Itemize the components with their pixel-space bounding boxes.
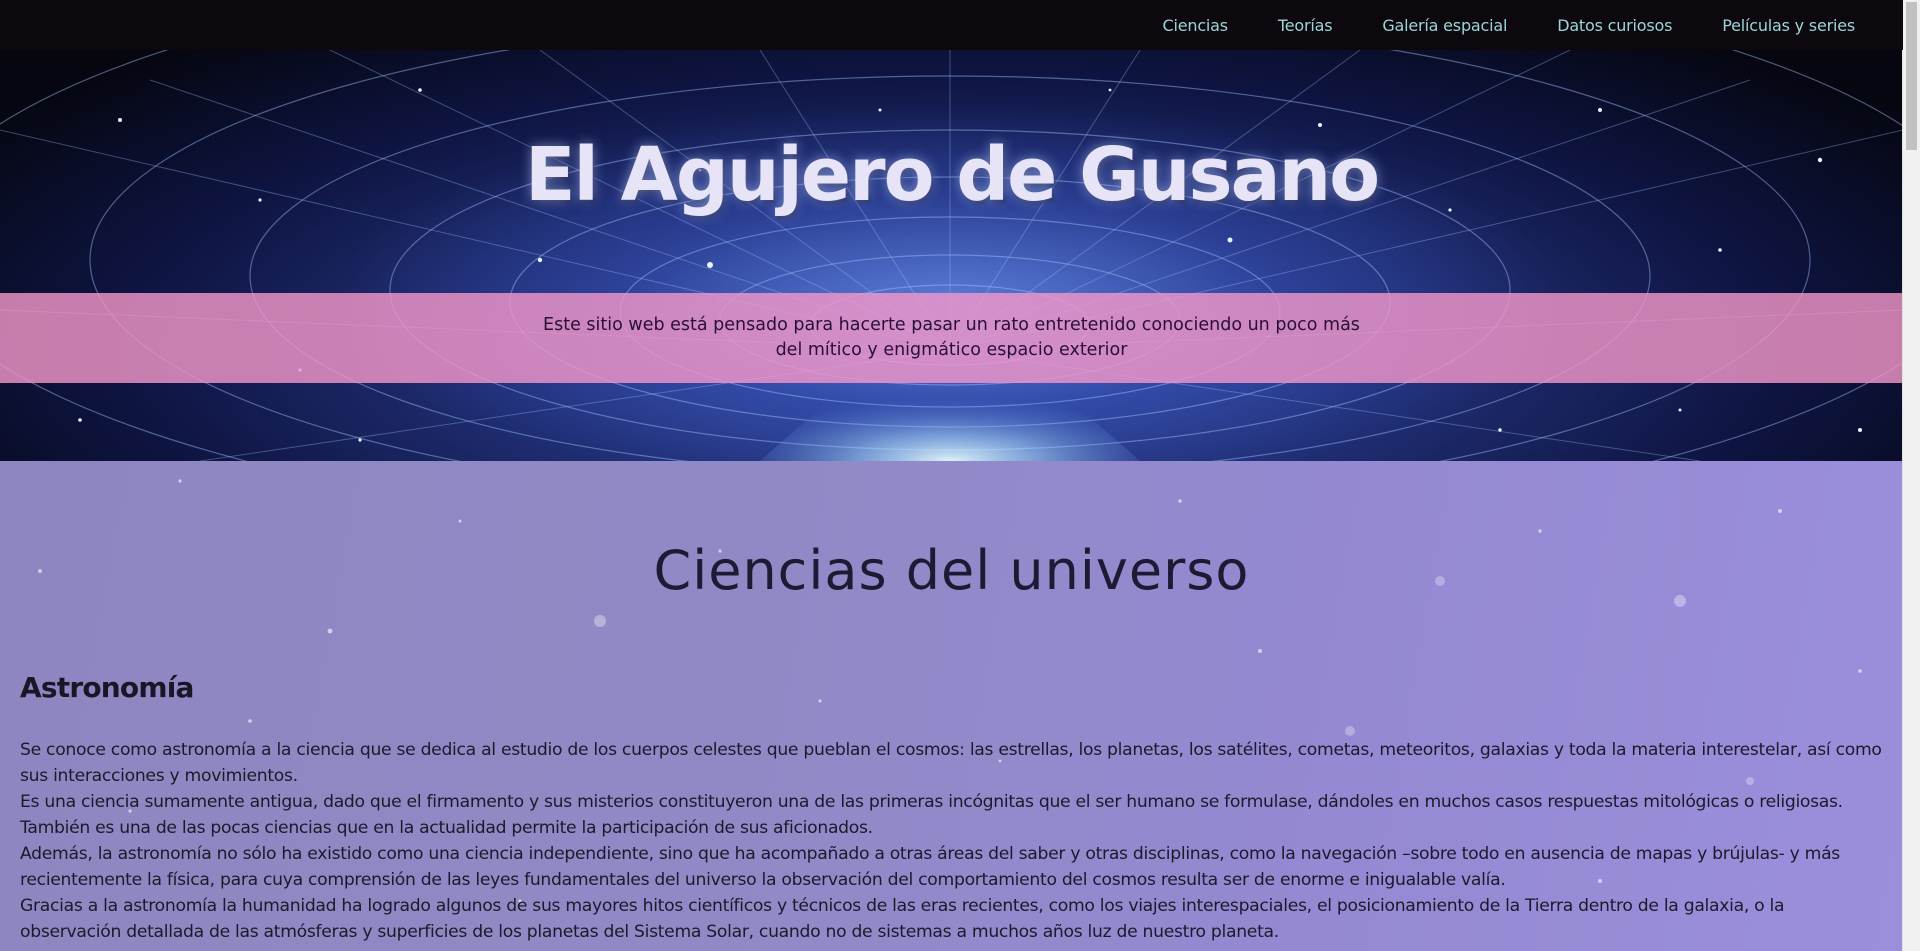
- nav-link-galeria-espacial[interactable]: Galería espacial: [1382, 16, 1507, 35]
- nav-link-datos-curiosos[interactable]: Datos curiosos: [1557, 16, 1672, 35]
- nav-link-peliculas-series[interactable]: Películas y series: [1722, 16, 1855, 35]
- hero-banner: El Agujero de Gusano Este sitio web está…: [0, 50, 1903, 461]
- section-title: Ciencias del universo: [653, 539, 1250, 602]
- top-navbar: Ciencias Teorías Galería espacial Datos …: [0, 0, 1903, 50]
- subsection-title: Astronomía: [20, 671, 194, 704]
- paragraph: Gracias a la astronomía la humanidad ha …: [20, 896, 1785, 942]
- nav-link-teorias[interactable]: Teorías: [1278, 16, 1333, 35]
- paragraph: Es una ciencia sumamente antigua, dado q…: [20, 792, 1843, 838]
- site-title: El Agujero de Gusano: [524, 132, 1380, 218]
- main-content: Ciencias del universo Astronomía Se cono…: [0, 461, 1903, 951]
- vertical-scrollbar[interactable]: [1902, 0, 1920, 951]
- article-body: Se conoce como astronomía a la ciencia q…: [20, 737, 1890, 945]
- nav-menu: Ciencias Teorías Galería espacial Datos …: [1113, 0, 1856, 50]
- tagline-band: Este sitio web está pensado para hacerte…: [0, 293, 1903, 383]
- paragraph: Además, la astronomía no sólo ha existid…: [20, 844, 1840, 890]
- scrollbar-thumb[interactable]: [1906, 2, 1917, 150]
- wormhole-grid-image: [0, 50, 1903, 461]
- page: Ciencias Teorías Galería espacial Datos …: [0, 0, 1903, 951]
- nav-link-ciencias[interactable]: Ciencias: [1163, 16, 1229, 35]
- tagline-text: Este sitio web está pensado para hacerte…: [543, 315, 1360, 360]
- paragraph: Se conoce como astronomía a la ciencia q…: [20, 740, 1882, 786]
